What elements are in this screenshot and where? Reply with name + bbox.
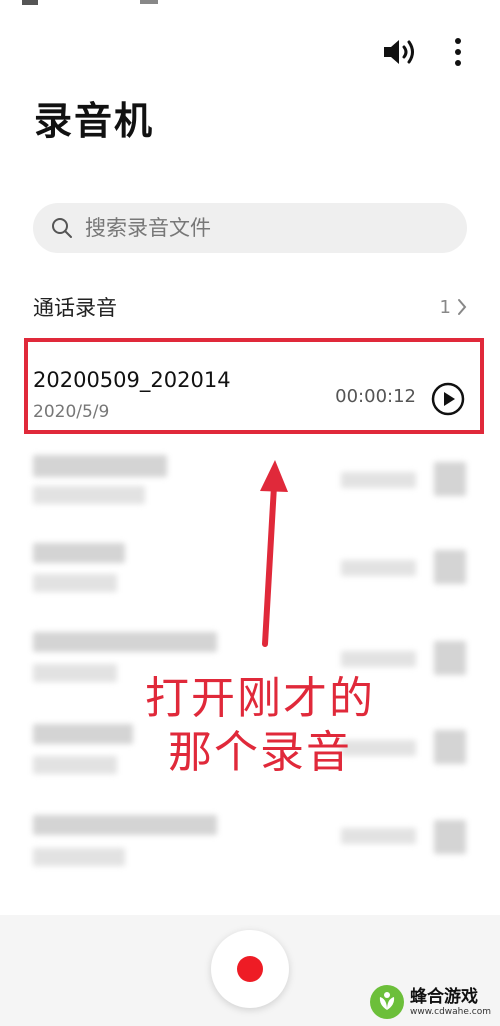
search-icon xyxy=(52,218,72,238)
blurred-duration xyxy=(341,472,416,488)
blurred-date xyxy=(33,574,117,592)
recording-count: 1 xyxy=(439,296,451,318)
blurred-date xyxy=(33,756,117,774)
blurred-name xyxy=(33,455,167,477)
watermark-url: www.cdwahe.com xyxy=(410,1006,491,1017)
signal-icon xyxy=(22,0,38,5)
more-options-button[interactable] xyxy=(438,32,478,72)
blurred-duration xyxy=(341,560,416,576)
search-input[interactable] xyxy=(85,216,445,240)
blurred-play-icon xyxy=(434,462,466,496)
blurred-play-icon xyxy=(434,550,466,584)
watermark-name: 蜂合游戏 xyxy=(410,986,478,1007)
speaker-icon xyxy=(384,40,414,64)
blurred-date xyxy=(33,486,145,504)
blurred-play-icon xyxy=(434,641,466,675)
section-title: 通话录音 xyxy=(33,296,117,320)
record-button[interactable] xyxy=(211,930,289,1008)
watermark: 蜂合游戏 www.cdwahe.com xyxy=(368,982,496,1022)
annotation-arrow xyxy=(260,460,288,647)
speaker-button[interactable] xyxy=(380,32,420,72)
blurred-duration xyxy=(341,651,416,667)
blurred-duration xyxy=(341,828,416,844)
annotation-text: 打开刚才的 那个录音 xyxy=(115,672,405,780)
watermark-logo-icon xyxy=(370,985,404,1019)
blurred-play-icon xyxy=(434,730,466,764)
chevron-right-icon xyxy=(458,299,467,315)
search-bar[interactable] xyxy=(33,203,467,253)
status-bar xyxy=(0,0,500,8)
record-icon xyxy=(237,956,263,982)
more-vertical-icon xyxy=(455,38,461,66)
section-count[interactable]: 1 xyxy=(440,297,467,318)
blurred-name xyxy=(33,543,125,563)
network-speed-indicator xyxy=(140,0,158,4)
blurred-date xyxy=(33,848,125,866)
annotation-line-1: 打开刚才的 xyxy=(145,673,375,724)
blurred-date xyxy=(33,664,117,682)
blurred-name xyxy=(33,632,217,652)
call-recordings-header[interactable]: 通话录音 1 xyxy=(33,290,467,324)
blurred-play-icon xyxy=(434,820,466,854)
annotation-line-2: 那个录音 xyxy=(168,727,352,778)
page-title: 录音机 xyxy=(34,99,155,143)
highlight-box xyxy=(24,338,484,434)
blurred-name xyxy=(33,815,217,835)
